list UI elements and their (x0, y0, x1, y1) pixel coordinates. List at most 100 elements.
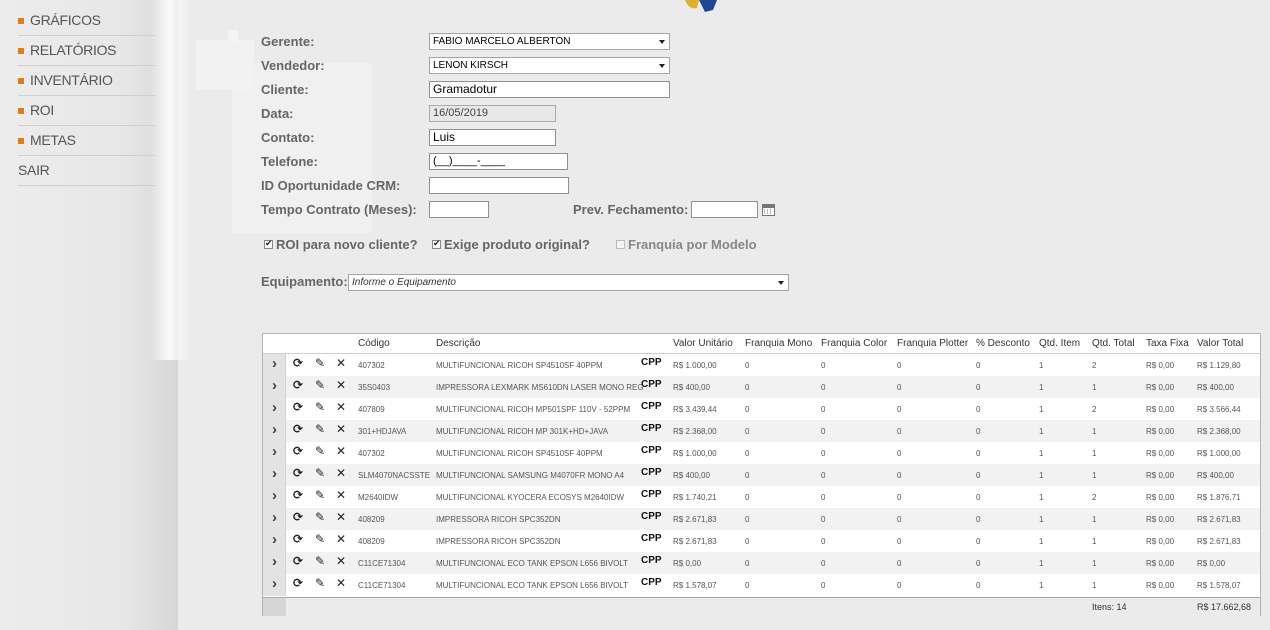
col-franquia-mono[interactable]: Franquia Mono (745, 338, 812, 349)
pencil-icon[interactable]: ✎ (315, 511, 325, 523)
cell-desconto: 0 (976, 537, 981, 546)
pencil-icon[interactable]: ✎ (315, 467, 325, 479)
refresh-icon[interactable]: ⟳ (293, 379, 303, 391)
close-icon[interactable]: ✕ (336, 445, 346, 457)
cell-codigo: C11CE71304 (358, 581, 406, 590)
col-descricao[interactable]: Descrição (436, 338, 480, 349)
col-desconto[interactable]: % Desconto (976, 338, 1030, 349)
cell-franquia-plotter: 0 (897, 581, 902, 590)
telefone-input[interactable]: (__)____-____ (429, 153, 568, 170)
pencil-icon[interactable]: ✎ (315, 423, 325, 435)
row-gutter: › (263, 574, 286, 596)
cell-qtd-total: 1 (1092, 515, 1097, 524)
sidebar-item-2[interactable]: INVENTÁRIO (18, 66, 155, 96)
chevron-right-icon[interactable]: › (272, 510, 277, 525)
chevron-right-icon[interactable]: › (272, 532, 277, 547)
franquia-por-modelo-checkbox[interactable]: Franquia por Modelo (616, 237, 757, 252)
close-icon[interactable]: ✕ (336, 401, 346, 413)
pencil-icon[interactable]: ✎ (315, 555, 325, 567)
tempo-contrato-input[interactable] (429, 201, 489, 218)
refresh-icon[interactable]: ⟳ (293, 533, 303, 545)
refresh-icon[interactable]: ⟳ (293, 577, 303, 589)
checkbox-checked-icon[interactable] (264, 238, 273, 249)
close-icon[interactable]: ✕ (336, 357, 346, 369)
vendedor-select[interactable]: LENON KIRSCH (429, 57, 670, 74)
chevron-right-icon[interactable]: › (272, 422, 277, 437)
calendar-icon[interactable] (762, 204, 775, 216)
col-franquia-color[interactable]: Franquia Color (821, 338, 887, 349)
row-gutter: › (263, 398, 286, 420)
cell-tipo: CPP (641, 357, 662, 368)
refresh-icon[interactable]: ⟳ (293, 401, 303, 413)
close-icon[interactable]: ✕ (336, 467, 346, 479)
pencil-icon[interactable]: ✎ (315, 533, 325, 545)
close-icon[interactable]: ✕ (336, 577, 346, 589)
row-gutter: › (263, 376, 286, 398)
close-icon[interactable]: ✕ (336, 555, 346, 567)
chevron-right-icon[interactable]: › (272, 554, 277, 569)
close-icon[interactable]: ✕ (336, 423, 346, 435)
chevron-right-icon[interactable]: › (272, 444, 277, 459)
pencil-icon[interactable]: ✎ (315, 489, 325, 501)
gerente-select[interactable]: FABIO MARCELO ALBERTON (429, 33, 670, 50)
sidebar-item-0[interactable]: GRÁFICOS (18, 6, 155, 36)
refresh-icon[interactable]: ⟳ (293, 357, 303, 369)
refresh-icon[interactable]: ⟳ (293, 445, 303, 457)
id-oportunidade-input[interactable] (429, 177, 569, 194)
contato-input[interactable]: Luis (429, 129, 556, 146)
col-qtd-total[interactable]: Qtd. Total (1092, 338, 1135, 349)
cell-valor-unitario: R$ 400,00 (673, 471, 710, 480)
col-franquia-plotter[interactable]: Franquia Plotter (897, 338, 968, 349)
sidebar-item-1[interactable]: RELATÓRIOS (18, 36, 155, 66)
chevron-right-icon[interactable]: › (272, 576, 277, 591)
cell-franquia-mono: 0 (745, 449, 750, 458)
equipamento-select[interactable]: Informe o Equipamento (348, 274, 789, 291)
pencil-icon[interactable]: ✎ (315, 357, 325, 369)
col-valor-unitario[interactable]: Valor Unitário (673, 338, 733, 349)
refresh-icon[interactable]: ⟳ (293, 423, 303, 435)
cell-qtd-total: 1 (1092, 581, 1097, 590)
pencil-icon[interactable]: ✎ (315, 379, 325, 391)
cell-taxa-fixa: R$ 0,00 (1146, 515, 1175, 524)
cell-franquia-color: 0 (821, 471, 826, 480)
sidebar-nav: GRÁFICOS RELATÓRIOS INVENTÁRIO ROI METAS SAIR (18, 6, 155, 186)
checkbox-unchecked-icon[interactable] (616, 240, 625, 249)
cell-franquia-plotter: 0 (897, 449, 902, 458)
cell-franquia-color: 0 (821, 537, 826, 546)
refresh-icon[interactable]: ⟳ (293, 467, 303, 479)
sidebar-item-5[interactable]: SAIR (18, 156, 155, 186)
refresh-icon[interactable]: ⟳ (293, 489, 303, 501)
col-valor-total[interactable]: Valor Total (1197, 338, 1243, 349)
exige-produto-original-checkbox[interactable]: Exige produto original? (432, 237, 590, 252)
col-codigo[interactable]: Código (358, 338, 390, 349)
cell-codigo: M2640IDW (358, 493, 399, 502)
chevron-right-icon[interactable]: › (272, 378, 277, 393)
cell-taxa-fixa: R$ 0,00 (1146, 405, 1175, 414)
chevron-right-icon[interactable]: › (272, 400, 277, 415)
cell-tipo: CPP (641, 533, 662, 544)
table-row: › ⟳ ✎ ✕ 407302 MULTIFUNCIONAL RICOH SP4510SF … (263, 442, 1260, 464)
pencil-icon[interactable]: ✎ (315, 401, 325, 413)
close-icon[interactable]: ✕ (336, 489, 346, 501)
chevron-right-icon[interactable]: › (272, 356, 277, 371)
pencil-icon[interactable]: ✎ (315, 577, 325, 589)
col-taxa-fixa[interactable]: Taxa Fixa (1146, 338, 1189, 349)
refresh-icon[interactable]: ⟳ (293, 511, 303, 523)
roi-novo-cliente-checkbox[interactable]: ROI para novo cliente? (264, 237, 418, 252)
checkbox-checked-icon[interactable] (432, 238, 441, 249)
cliente-input[interactable]: Gramadotur (429, 81, 670, 98)
chevron-right-icon[interactable]: › (272, 466, 277, 481)
table-row: › ⟳ ✎ ✕ 35S0403 IMPRESSORA LEXMARK MS610DN LA… (263, 376, 1260, 398)
col-qtd-item[interactable]: Qtd. Item (1039, 338, 1080, 349)
close-icon[interactable]: ✕ (336, 511, 346, 523)
chevron-right-icon[interactable]: › (272, 488, 277, 503)
prev-fechamento-input[interactable] (691, 201, 758, 218)
refresh-icon[interactable]: ⟳ (293, 555, 303, 567)
cell-qtd-item: 1 (1039, 405, 1044, 414)
sidebar-item-4[interactable]: METAS (18, 126, 155, 156)
pencil-icon[interactable]: ✎ (315, 445, 325, 457)
close-icon[interactable]: ✕ (336, 379, 346, 391)
sidebar-item-3[interactable]: ROI (18, 96, 155, 126)
cell-codigo: C11CE71304 (358, 559, 406, 568)
close-icon[interactable]: ✕ (336, 533, 346, 545)
